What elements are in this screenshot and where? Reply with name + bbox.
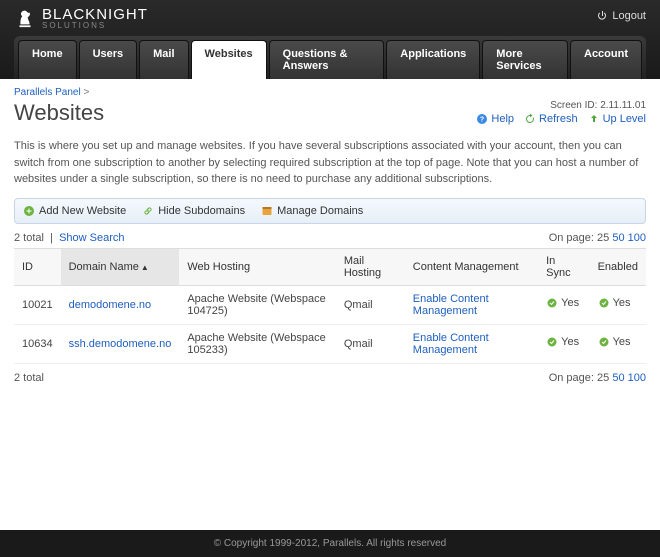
- content-mgmt-link[interactable]: Enable Content Management: [413, 293, 489, 317]
- tab-questions-answers[interactable]: Questions & Answers: [269, 40, 385, 79]
- col-enabled[interactable]: Enabled: [590, 248, 646, 285]
- tab-account[interactable]: Account: [570, 40, 642, 79]
- check-icon: [598, 297, 610, 309]
- insync-yes: Yes: [546, 336, 579, 348]
- table-row: 10021 demodomene.no Apache Website (Webspa…: [14, 285, 646, 324]
- add-website-button[interactable]: Add New Website: [23, 205, 126, 217]
- insync-yes: Yes: [546, 297, 579, 309]
- refresh-icon: [524, 113, 536, 125]
- main-nav: HomeUsersMailWebsitesQuestions & Answers…: [14, 36, 646, 79]
- breadcrumb-root[interactable]: Parallels Panel: [14, 87, 81, 98]
- websites-table: ID Domain Name▲ Web Hosting Mail Hosting…: [14, 248, 646, 364]
- col-webhosting[interactable]: Web Hosting: [179, 248, 336, 285]
- cell-id: 10021: [14, 285, 61, 324]
- toolbar: Add New Website Hide Subdomains Manage D…: [14, 198, 646, 224]
- page-title: Websites: [14, 100, 104, 126]
- tab-more-services[interactable]: More Services: [482, 40, 568, 79]
- perpage-100-b[interactable]: 100: [628, 372, 646, 384]
- link-icon: [142, 205, 154, 217]
- cell-webhosting: Apache Website (Webspace 105233): [179, 324, 336, 363]
- footer-copyright: © Copyright 1999-2012, Parallels. All ri…: [0, 530, 660, 557]
- perpage-50[interactable]: 50: [612, 232, 624, 244]
- pagination-top: On page: 25 50 100: [549, 232, 646, 244]
- tab-websites[interactable]: Websites: [191, 40, 267, 79]
- tab-applications[interactable]: Applications: [386, 40, 480, 79]
- domain-link[interactable]: ssh.demodomene.no: [69, 338, 172, 350]
- cell-mailhosting: Qmail: [336, 324, 405, 363]
- tab-mail[interactable]: Mail: [139, 40, 188, 79]
- knight-icon: [14, 7, 36, 29]
- refresh-link[interactable]: Refresh: [524, 113, 578, 125]
- col-id[interactable]: ID: [14, 248, 61, 285]
- svg-text:?: ?: [480, 117, 484, 124]
- brand-logo: BLACKNIGHT SOLUTIONS: [14, 6, 646, 30]
- breadcrumb: Parallels Panel >: [14, 87, 646, 98]
- col-domain[interactable]: Domain Name▲: [61, 248, 180, 285]
- cell-mailhosting: Qmail: [336, 285, 405, 324]
- show-search-link[interactable]: Show Search: [59, 232, 124, 244]
- cell-id: 10634: [14, 324, 61, 363]
- total-count: 2 total: [14, 232, 44, 244]
- uplevel-icon: [588, 113, 600, 125]
- help-icon: ?: [476, 113, 488, 125]
- col-mailhosting[interactable]: Mail Hosting: [336, 248, 405, 285]
- power-icon: [596, 10, 608, 22]
- tab-users[interactable]: Users: [79, 40, 138, 79]
- perpage-50-b[interactable]: 50: [612, 372, 624, 384]
- page-description: This is where you set up and manage webs…: [14, 138, 646, 188]
- window-icon: [261, 205, 273, 217]
- check-icon: [546, 297, 558, 309]
- hide-subdomains-button[interactable]: Hide Subdomains: [142, 205, 245, 217]
- tab-home[interactable]: Home: [18, 40, 77, 79]
- total-count-bottom: 2 total: [14, 372, 44, 384]
- perpage-100[interactable]: 100: [628, 232, 646, 244]
- add-icon: [23, 205, 35, 217]
- col-content[interactable]: Content Management: [405, 248, 538, 285]
- sort-asc-icon: ▲: [141, 263, 149, 272]
- uplevel-link[interactable]: Up Level: [588, 113, 646, 125]
- col-insync[interactable]: In Sync: [538, 248, 589, 285]
- check-icon: [598, 336, 610, 348]
- content-mgmt-link[interactable]: Enable Content Management: [413, 332, 489, 356]
- table-row: 10634 ssh.demodomene.no Apache Website (We…: [14, 324, 646, 363]
- pagination-bottom: On page: 25 50 100: [549, 372, 646, 384]
- help-link[interactable]: ?Help: [476, 113, 514, 125]
- domain-link[interactable]: demodomene.no: [69, 299, 152, 311]
- screen-id: Screen ID: 2.11.11.01: [476, 100, 646, 111]
- enabled-yes: Yes: [598, 336, 631, 348]
- enabled-yes: Yes: [598, 297, 631, 309]
- logout-link[interactable]: Logout: [596, 10, 646, 22]
- cell-webhosting: Apache Website (Webspace 104725): [179, 285, 336, 324]
- check-icon: [546, 336, 558, 348]
- manage-domains-button[interactable]: Manage Domains: [261, 205, 363, 217]
